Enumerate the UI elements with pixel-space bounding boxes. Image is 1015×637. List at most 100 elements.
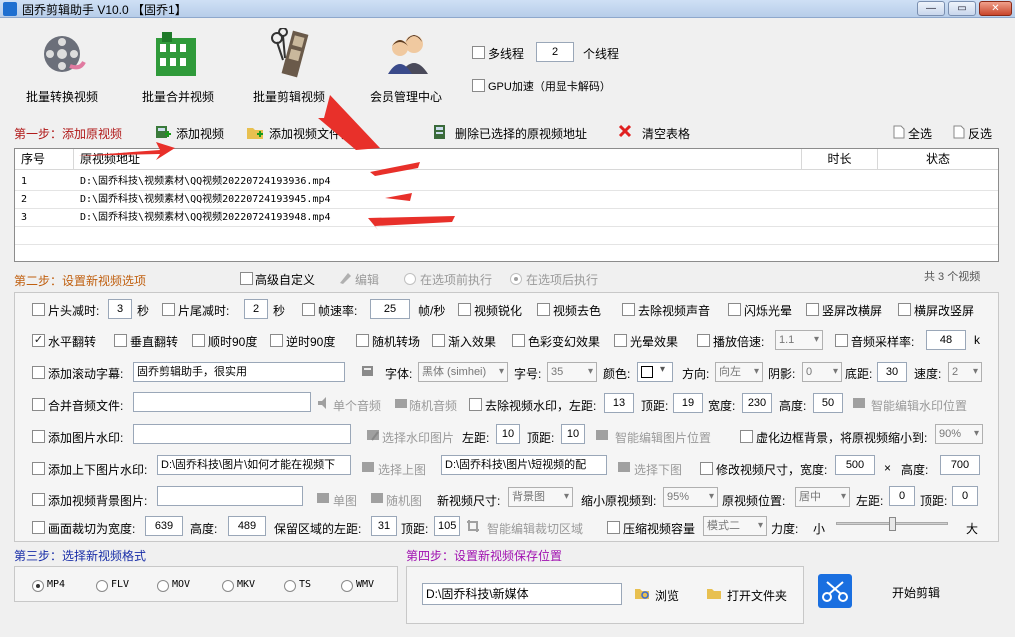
batch-merge-button[interactable]: 批量合并视频 (140, 28, 220, 104)
keep-left-input[interactable]: 31 (371, 516, 397, 536)
strength-slider[interactable] (836, 517, 948, 531)
invert-select-button[interactable]: 反选 (968, 125, 992, 142)
pos-select[interactable]: 居中 (795, 487, 850, 507)
single-img-button[interactable]: 单图 (333, 492, 357, 509)
gpu-checkbox[interactable] (472, 79, 485, 92)
random-trans-checkbox[interactable] (356, 334, 369, 347)
size-select[interactable]: 35 (547, 362, 597, 382)
thread-count-input[interactable]: 2 (536, 42, 574, 62)
table-row[interactable]: 2 D:\固乔科技\视频素材\QQ视频20220724193945.mp4 (15, 191, 998, 209)
head-cut-checkbox[interactable] (32, 303, 45, 316)
bg-left-input[interactable]: 0 (889, 486, 915, 506)
crop-width-input[interactable]: 639 (145, 516, 183, 536)
advanced-checkbox[interactable] (240, 272, 253, 285)
smart-crop-button[interactable]: 智能编辑裁切区域 (487, 520, 583, 537)
bg-top-input[interactable]: 0 (952, 486, 978, 506)
choose-bottom-button[interactable]: 选择下图 (634, 461, 682, 478)
h2v-checkbox[interactable] (898, 303, 911, 316)
wm-height-input[interactable]: 50 (813, 393, 843, 413)
col-header-index[interactable]: 序号 (15, 149, 74, 170)
table-row[interactable]: 3 D:\固乔科技\视频素材\QQ视频20220724193948.mp4 (15, 209, 998, 227)
single-audio-button[interactable]: 单个音频 (333, 397, 381, 414)
open-folder-button[interactable]: 打开文件夹 (727, 587, 787, 604)
batch-convert-button[interactable]: 批量转换视频 (26, 28, 108, 104)
color-shift-checkbox[interactable] (512, 334, 525, 347)
compress-mode-select[interactable]: 模式二 (703, 516, 767, 536)
resize-width-input[interactable]: 500 (835, 455, 875, 475)
edit-button[interactable]: 编辑 (355, 271, 379, 288)
choose-img-button[interactable]: 选择水印图片 (382, 429, 454, 446)
remove-wm-checkbox[interactable] (469, 398, 482, 411)
wm-width-input[interactable]: 230 (742, 393, 772, 413)
delete-selected-button[interactable]: 删除已选择的原视频地址 (455, 125, 587, 142)
minimize-button[interactable]: — (917, 1, 945, 16)
format-radio-mov[interactable] (157, 580, 169, 592)
format-radio-wmv[interactable] (341, 580, 353, 592)
after-radio[interactable] (510, 273, 522, 285)
merge-audio-checkbox[interactable] (32, 398, 45, 411)
shadow-select[interactable]: 0 (802, 362, 842, 382)
sharpen-checkbox[interactable] (458, 303, 471, 316)
color-picker[interactable]: ▾ (637, 362, 673, 382)
blur-size-select[interactable]: 90% (935, 424, 983, 444)
fps-checkbox[interactable] (302, 303, 315, 316)
save-path-input[interactable]: D:\固乔科技\新媒体 (422, 583, 622, 605)
scissors-icon[interactable] (818, 574, 852, 608)
bottom-img-path-input[interactable]: D:\固乔科技\图片\短视频的配 (441, 455, 607, 475)
choose-top-button[interactable]: 选择上图 (378, 461, 426, 478)
vflip-checkbox[interactable] (114, 334, 127, 347)
strength-slider-thumb[interactable] (889, 517, 896, 531)
col-header-duration[interactable]: 时长 (802, 149, 878, 170)
resize-checkbox[interactable] (700, 462, 713, 475)
new-size-select[interactable]: 背景图 (508, 487, 573, 507)
ccw90-checkbox[interactable] (270, 334, 283, 347)
bg-img-path-input[interactable] (157, 486, 303, 506)
format-radio-mkv[interactable] (222, 580, 234, 592)
close-button[interactable]: ✕ (979, 1, 1012, 16)
scroll-sub-checkbox[interactable] (32, 366, 45, 379)
random-audio-button[interactable]: 随机音频 (409, 397, 457, 414)
decolor-checkbox[interactable] (537, 303, 550, 316)
table-row[interactable]: 1 D:\固乔科技\视频素材\QQ视频20220724193936.mp4 (15, 173, 998, 191)
topbottom-checkbox[interactable] (32, 462, 45, 475)
batch-edit-button[interactable]: 批量剪辑视频 (253, 28, 335, 104)
add-folder-button[interactable]: 添加视频文件夹 (269, 125, 353, 142)
font-select[interactable]: 黑体 (simhei) (418, 362, 508, 382)
smart-wm-button[interactable]: 智能编辑水印位置 (871, 397, 967, 414)
fps-input[interactable]: 25 (370, 299, 410, 319)
format-radio-flv[interactable] (96, 580, 108, 592)
shrink-select[interactable]: 95% (663, 487, 718, 507)
select-all-button[interactable]: 全选 (908, 125, 932, 142)
subtitle-text-input[interactable]: 固乔剪辑助手，很实用 (133, 362, 345, 382)
tail-cut-checkbox[interactable] (162, 303, 175, 316)
mute-checkbox[interactable] (622, 303, 635, 316)
smart-img-button[interactable]: 智能编辑图片位置 (615, 429, 711, 446)
clear-table-button[interactable]: 清空表格 (642, 125, 690, 142)
flash-checkbox[interactable] (728, 303, 741, 316)
format-radio-ts[interactable] (284, 580, 296, 592)
wm-top-input[interactable]: 19 (673, 393, 703, 413)
img-wm-path-input[interactable] (133, 424, 351, 444)
sample-rate-input[interactable]: 48 (926, 330, 966, 350)
head-cut-input[interactable]: 3 (108, 299, 132, 319)
scroll-speed-select[interactable]: 2 (948, 362, 982, 382)
wm-left-input[interactable]: 13 (604, 393, 634, 413)
direction-select[interactable]: 向左 (715, 362, 763, 382)
fade-in-checkbox[interactable] (432, 334, 445, 347)
member-center-button[interactable]: 会员管理中心 (370, 28, 450, 104)
crop-height-input[interactable]: 489 (228, 516, 266, 536)
multithread-checkbox[interactable] (472, 46, 485, 59)
cw90-checkbox[interactable] (192, 334, 205, 347)
blur-bg-checkbox[interactable] (740, 430, 753, 443)
glow-checkbox[interactable] (614, 334, 627, 347)
col-header-status[interactable]: 状态 (878, 149, 998, 170)
speed-checkbox[interactable] (697, 334, 710, 347)
v2h-checkbox[interactable] (806, 303, 819, 316)
hflip-checkbox[interactable] (32, 334, 45, 347)
format-radio-mp4[interactable] (32, 580, 44, 592)
top-img-path-input[interactable]: D:\固乔科技\图片\如何才能在视频下 (157, 455, 351, 475)
audio-path-input[interactable] (133, 392, 311, 412)
col-header-path[interactable]: 原视频地址 (74, 149, 802, 170)
restore-button[interactable]: ▭ (948, 1, 976, 16)
img-top-input[interactable]: 10 (561, 424, 585, 444)
